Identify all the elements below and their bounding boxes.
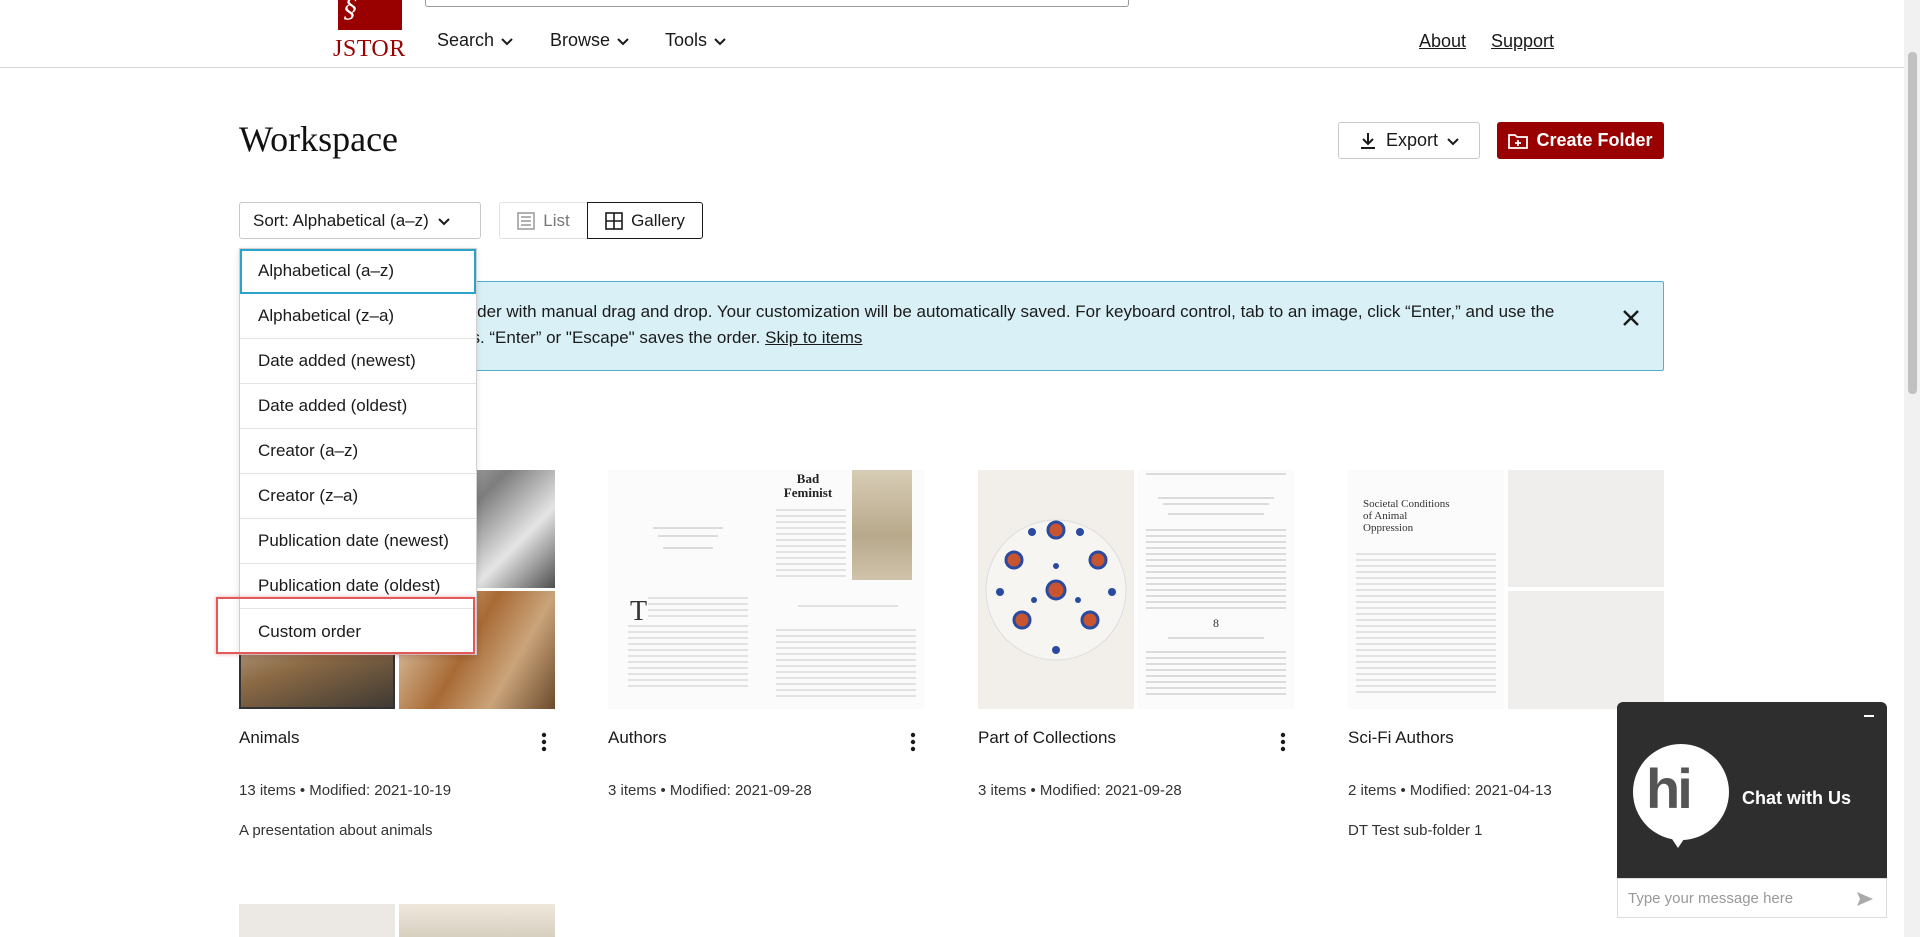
banner-text-line1: order with manual drag and drop. Your cu… xyxy=(462,302,1555,321)
folder-title[interactable]: Sci-Fi Authors xyxy=(1348,728,1454,748)
folder-meta: 3 items • Modified: 2021-09-28 xyxy=(978,782,1182,799)
folder-description: DT Test sub-folder 1 xyxy=(1348,822,1483,839)
thumbnail-image: Societal Conditions of Animal Oppression xyxy=(1348,470,1504,709)
folder-plus-icon xyxy=(1508,133,1529,149)
folder-thumbnails[interactable]: 8 xyxy=(978,470,1294,709)
skip-to-items-link[interactable]: Skip to items xyxy=(765,328,862,347)
sort-option-creator-az[interactable]: Creator (a–z) xyxy=(240,429,476,474)
more-options-icon[interactable] xyxy=(1276,730,1290,754)
chevron-down-icon xyxy=(714,37,726,45)
sort-option-alphabetical-za[interactable]: Alphabetical (z–a) xyxy=(240,294,476,339)
folder-thumbnails[interactable]: T Bad Feminist xyxy=(608,470,924,709)
nav-browse-label: Browse xyxy=(550,30,611,50)
sort-option-date-added-newest[interactable]: Date added (newest) xyxy=(240,339,476,384)
banner-text-line2: ns. “Enter” or "Escape" saves the order.… xyxy=(462,328,862,348)
more-options-icon[interactable] xyxy=(537,730,551,754)
list-icon xyxy=(517,211,536,230)
create-folder-label: Create Folder xyxy=(1536,130,1653,150)
chevron-down-icon xyxy=(501,37,513,45)
view-list-button[interactable]: List xyxy=(499,202,587,239)
chat-bubble-text: hi xyxy=(1646,757,1693,820)
folder-card-authors[interactable]: T Bad Feminist Authors 3 items • Modifie… xyxy=(608,470,931,799)
close-icon[interactable] xyxy=(1619,306,1643,330)
nav-search[interactable]: Search xyxy=(437,30,514,51)
sort-menu: Alphabetical (a–z) Alphabetical (z–a) Da… xyxy=(239,248,477,655)
support-link[interactable]: Support xyxy=(1491,31,1554,52)
page-scrollbar[interactable] xyxy=(1904,0,1920,937)
sort-option-publication-newest[interactable]: Publication date (newest) xyxy=(240,519,476,564)
jstor-logo-text: JSTOR xyxy=(333,36,406,62)
send-icon[interactable] xyxy=(1856,890,1874,908)
thumbnail-image xyxy=(978,470,1134,709)
sort-option-date-added-oldest[interactable]: Date added (oldest) xyxy=(240,384,476,429)
thumbnail-image[interactable] xyxy=(399,904,555,937)
jstor-logo[interactable]: § JSTOR xyxy=(333,0,408,62)
sort-option-publication-oldest[interactable]: Publication date (oldest) xyxy=(240,564,476,609)
sort-dropdown[interactable]: Sort: Alphabetical (a–z) xyxy=(239,202,481,239)
export-label: Export xyxy=(1385,130,1439,150)
nav-search-label: Search xyxy=(437,30,495,50)
export-button[interactable]: Export xyxy=(1338,122,1480,159)
about-link[interactable]: About xyxy=(1419,31,1466,52)
scrollbar-thumb[interactable] xyxy=(1908,52,1917,394)
nav-tools[interactable]: Tools xyxy=(665,30,727,51)
chevron-down-icon xyxy=(438,217,450,225)
more-options-icon[interactable] xyxy=(906,730,920,754)
nav-tools-label: Tools xyxy=(665,30,708,50)
chat-label: Chat with Us xyxy=(1742,788,1852,808)
grid-icon xyxy=(605,211,623,230)
thumbnail-image: 8 xyxy=(1138,470,1294,709)
nav-browse[interactable]: Browse xyxy=(550,30,630,51)
view-gallery-label: Gallery xyxy=(631,210,685,230)
chat-message-input[interactable]: Type your message here xyxy=(1617,878,1887,918)
thumbnail-page-number: 8 xyxy=(1213,616,1219,630)
sort-option-alphabetical-az[interactable]: Alphabetical (a–z) xyxy=(240,249,476,294)
thumbnail-placeholder xyxy=(1508,591,1664,709)
create-folder-button[interactable]: Create Folder xyxy=(1497,122,1664,159)
chevron-down-icon xyxy=(617,37,629,45)
thumbnail-image[interactable] xyxy=(239,904,395,937)
paperweight-image xyxy=(985,519,1127,661)
text-page-preview: 8 xyxy=(1146,473,1286,695)
view-gallery-button[interactable]: Gallery xyxy=(587,202,703,239)
sort-option-creator-za[interactable]: Creator (z–a) xyxy=(240,474,476,519)
chat-bubble-icon: hi xyxy=(1633,744,1729,848)
folder-title[interactable]: Authors xyxy=(608,728,667,748)
text-page-preview: T xyxy=(628,527,748,687)
search-input[interactable] xyxy=(425,0,1129,7)
folder-meta: 13 items • Modified: 2021-10-19 xyxy=(239,782,452,799)
folder-card-part-of-collections[interactable]: 8 Part of Collections 3 items • Modified… xyxy=(978,470,1301,799)
page-title: Workspace xyxy=(239,119,399,159)
download-icon xyxy=(1360,132,1375,149)
folder-thumbnails[interactable]: Societal Conditions of Animal Oppression xyxy=(1348,470,1664,709)
folder-meta: 2 items • Modified: 2021-04-13 xyxy=(1348,782,1552,799)
thumbnail-image: Bad Feminist xyxy=(768,470,924,709)
thumbnail-image: T xyxy=(608,470,768,709)
folder-description: A presentation about animals xyxy=(239,822,433,839)
folder-title[interactable]: Part of Collections xyxy=(978,728,1116,748)
text-page-preview xyxy=(1356,553,1496,693)
view-list-label: List xyxy=(543,210,570,230)
folder-meta: 3 items • Modified: 2021-09-28 xyxy=(608,782,812,799)
sort-label: Sort: Alphabetical (a–z) xyxy=(253,210,429,230)
banner-text-line2-prefix: ns. “Enter” or "Escape" saves the order. xyxy=(462,328,766,347)
top-header: § JSTOR Search Browse Tools About Suppor… xyxy=(0,0,1904,68)
folder-card-sci-fi-authors[interactable]: Societal Conditions of Animal Oppression… xyxy=(1348,470,1671,839)
chat-input-placeholder: Type your message here xyxy=(1628,889,1794,907)
text-page-preview xyxy=(776,509,916,697)
thumbnail-placeholder xyxy=(1508,470,1664,587)
chevron-down-icon xyxy=(1447,137,1459,145)
svg-text:T: T xyxy=(630,596,647,627)
jstor-logo-mark: § xyxy=(338,0,402,30)
folder-title[interactable]: Animals xyxy=(239,728,299,748)
minimize-icon[interactable] xyxy=(1861,708,1877,722)
sort-option-custom-order[interactable]: Custom order xyxy=(240,609,476,654)
